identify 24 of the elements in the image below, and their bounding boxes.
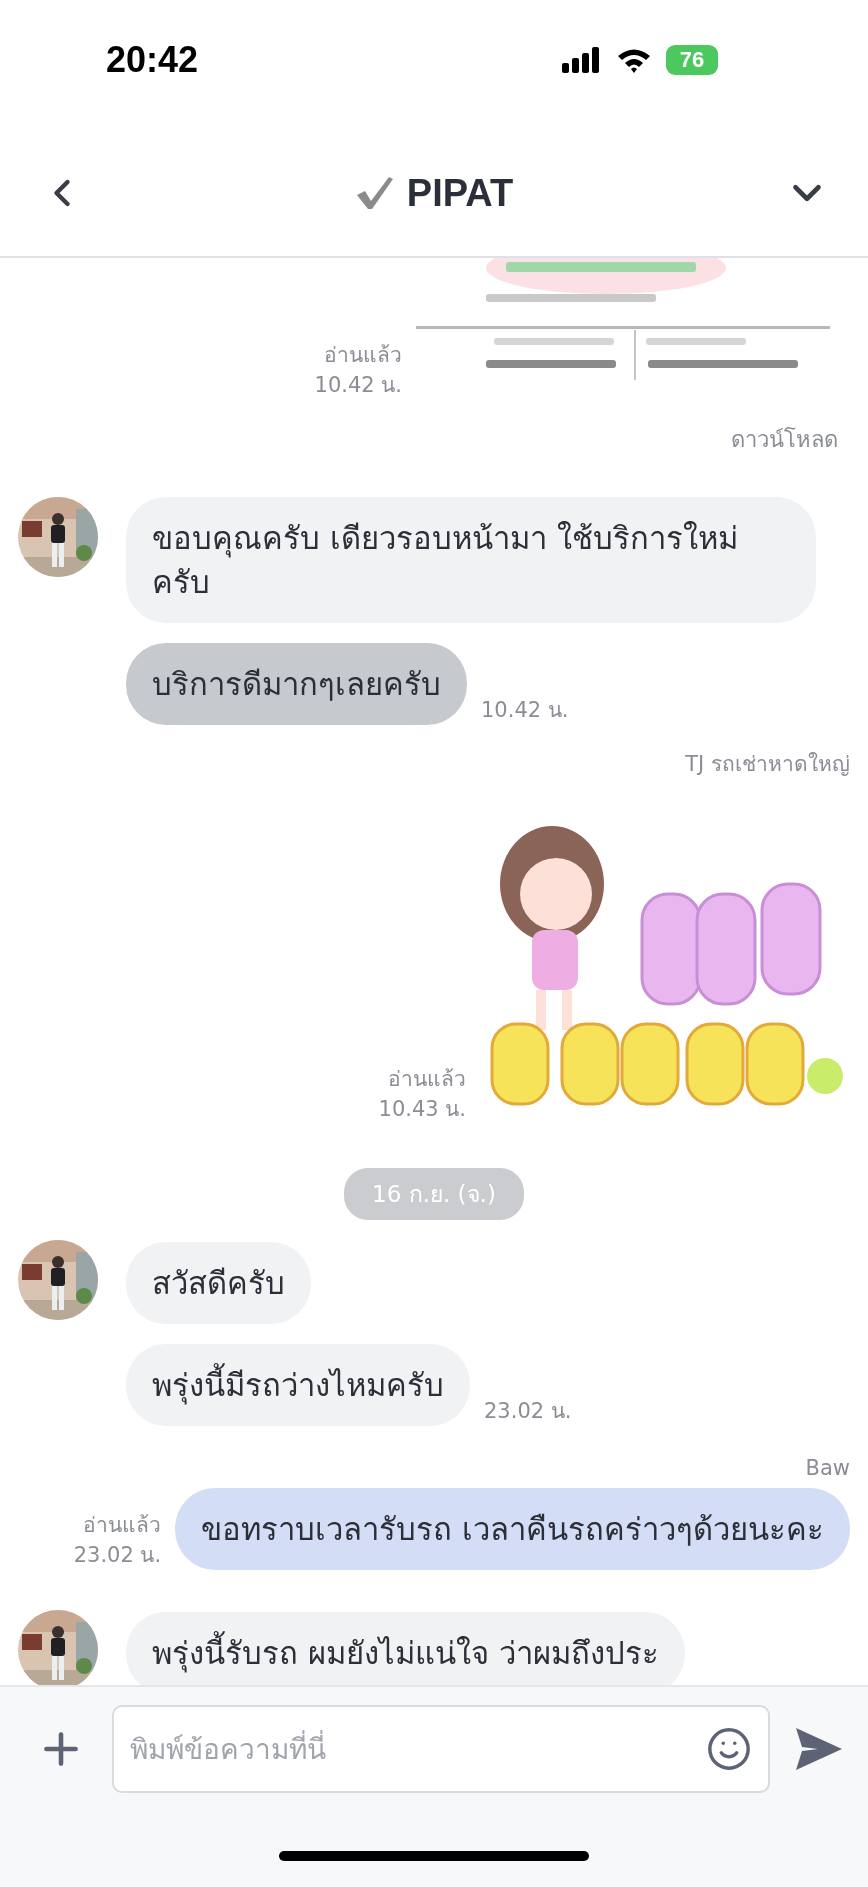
message-bubble[interactable]: พรุ่งนี้มีรถว่างไหมครับ xyxy=(126,1344,470,1426)
emoji-icon[interactable] xyxy=(706,1726,752,1772)
message-time: 10.42 น. xyxy=(314,372,402,399)
read-receipt: อ่านแล้ว xyxy=(388,1066,466,1093)
read-receipt: อ่านแล้ว xyxy=(83,1512,162,1539)
chat-title: PIPAT xyxy=(406,171,514,215)
sender-name: TJ รถเช่าหาดใหญ่ xyxy=(685,751,850,778)
message-time: 23.02 น. xyxy=(484,1398,572,1425)
message-bubble[interactable]: บริการดีมากๆเลยครับ xyxy=(126,643,467,725)
send-icon[interactable] xyxy=(796,1728,842,1770)
message-time: 23.02 น. xyxy=(73,1542,162,1569)
message-bubble[interactable]: ขอบคุณครับ เดียวรอบหน้ามา ใช้บริการใหม่ครับ xyxy=(126,497,816,623)
message-bubble[interactable]: พรุ่งนี้รับรถ ผมยังไม่แน่ใจ ว่าผมถึงประ xyxy=(126,1612,685,1685)
message-input[interactable]: พิมพ์ข้อความที่นี่ xyxy=(112,1705,770,1793)
message-time: 10.42 น. xyxy=(481,697,569,724)
message-bubble[interactable]: สวัสดีครับ xyxy=(126,1242,311,1324)
battery-level: 76 xyxy=(666,45,718,75)
sender-name: Baw xyxy=(805,1456,850,1480)
wifi-icon xyxy=(616,47,652,73)
status-time: 20:42 xyxy=(106,39,199,81)
signal-icon xyxy=(562,47,602,73)
message-time: 10.43 น. xyxy=(378,1096,466,1123)
message-bubble[interactable]: ขอทราบเวลารับรถ เวลาคืนรถคร่าวๆด้วยนะคะ xyxy=(175,1488,850,1570)
read-receipt: อ่านแล้ว xyxy=(324,342,402,369)
